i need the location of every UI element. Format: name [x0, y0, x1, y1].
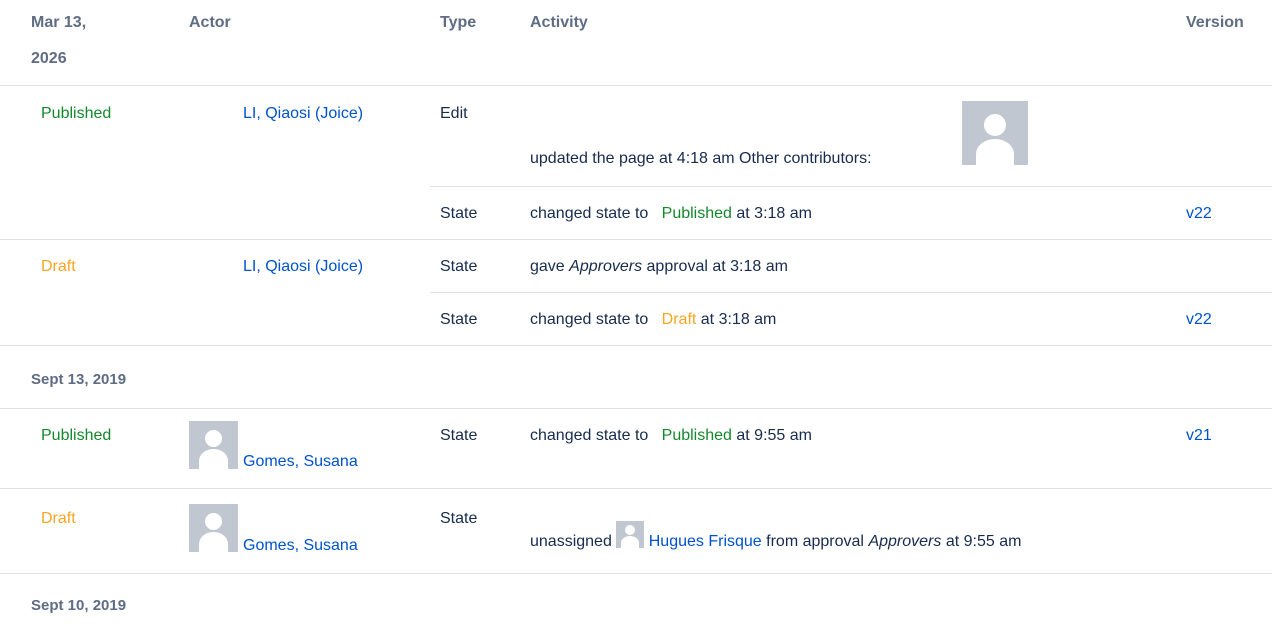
type-cell: State [440, 258, 478, 275]
activity-text: updated the page at 4:18 am Other contri… [530, 150, 872, 167]
group-divider [0, 239, 1272, 240]
activity-text: changed state to [530, 205, 649, 222]
section-date: Sept 13, 2019 [31, 371, 127, 388]
header-actor: Actor [189, 14, 231, 31]
activity-time: approval at 3:18 am [646, 258, 788, 275]
section-date: Sept 10, 2019 [31, 597, 127, 614]
actor-link[interactable]: Gomes, Susana [243, 537, 358, 555]
header-date-year: 2026 [31, 50, 67, 67]
actor-link[interactable]: Gomes, Susana [243, 453, 358, 471]
contributor-avatar-icon[interactable] [962, 101, 1028, 165]
version-link[interactable]: v21 [1186, 427, 1212, 445]
section-divider [0, 573, 1272, 574]
type-cell: State [440, 510, 478, 527]
actor-link[interactable]: LI, Qiaosi (Joice) [243, 105, 363, 123]
type-cell: Edit [440, 105, 468, 122]
activity-text: unassigned [530, 533, 612, 550]
activity-time: at 9:55 am [736, 427, 812, 444]
state-draft: Draft [661, 311, 697, 328]
type-cell: State [440, 311, 478, 328]
user-link[interactable]: Hugues Frisque [649, 533, 762, 550]
user-avatar-icon[interactable] [189, 421, 238, 469]
status-published: Published [41, 427, 112, 444]
type-cell: State [440, 205, 478, 222]
activity-cell: changed state to Published at 9:55 am [530, 427, 812, 445]
activity-text: changed state to [530, 311, 649, 328]
type-cell: State [440, 427, 478, 444]
header-divider [0, 85, 1272, 86]
version-link[interactable]: v22 [1186, 205, 1212, 223]
user-avatar-icon[interactable] [616, 521, 645, 548]
status-draft: Draft [41, 510, 76, 527]
group-divider [0, 488, 1272, 489]
activity-text: changed state to [530, 427, 649, 444]
version-link[interactable]: v22 [1186, 311, 1212, 329]
section-divider [0, 408, 1272, 409]
header-type: Type [440, 14, 477, 31]
activity-text: from approval [766, 533, 864, 550]
activity-time: at 3:18 am [700, 311, 777, 328]
state-published: Published [661, 427, 732, 444]
activity-cell: changed state to Published at 3:18 am [530, 205, 812, 223]
state-published: Published [661, 205, 732, 222]
approvers-label: Approvers [569, 258, 643, 275]
status-published: Published [41, 105, 112, 122]
section-divider [0, 345, 1272, 346]
activity-cell: changed state to Draft at 3:18 am [530, 311, 776, 329]
row-divider [430, 186, 1272, 187]
approvers-label: Approvers [868, 533, 942, 550]
header-version: Version [1186, 14, 1244, 31]
user-avatar-icon[interactable] [189, 504, 238, 552]
activity-time: at 3:18 am [736, 205, 812, 222]
status-draft: Draft [41, 258, 76, 275]
activity-cell: gave Approvers approval at 3:18 am [530, 258, 788, 276]
activity-cell: unassigned Hugues Frisque from approval … [530, 521, 1021, 551]
header-activity: Activity [530, 14, 588, 31]
activity-time: at 9:55 am [945, 533, 1022, 550]
header-date: Mar 13, [31, 14, 87, 31]
actor-link[interactable]: LI, Qiaosi (Joice) [243, 258, 363, 276]
row-divider [430, 292, 1272, 293]
activity-text: gave [530, 258, 565, 275]
